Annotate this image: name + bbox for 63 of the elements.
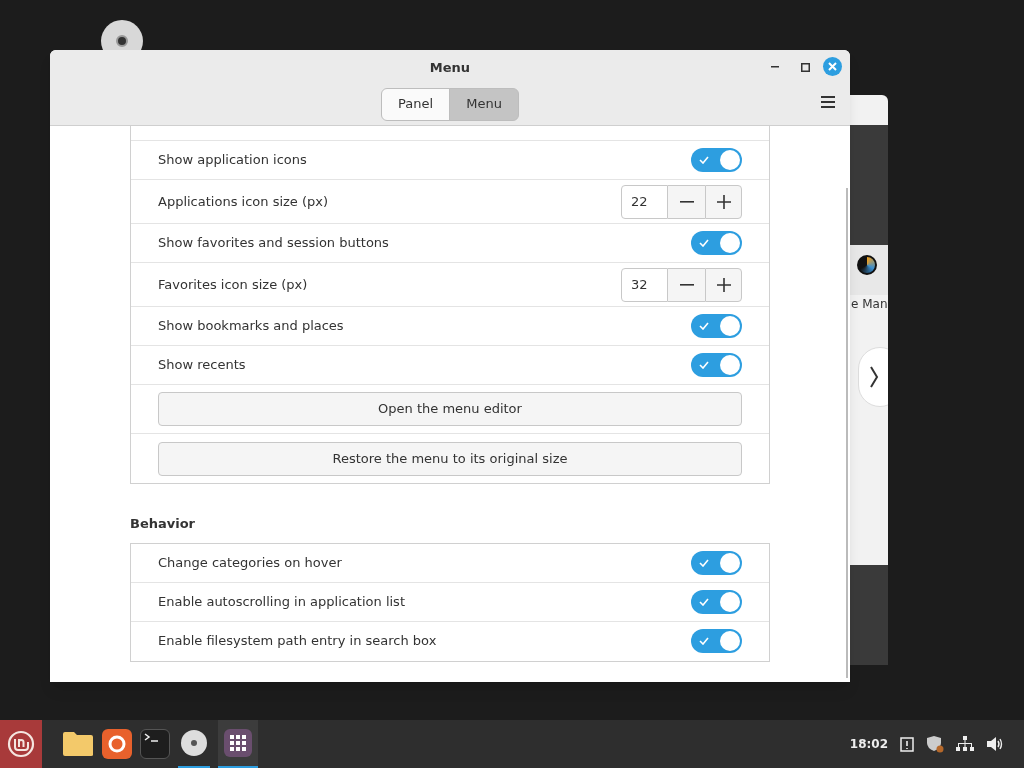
- decrement-button[interactable]: [668, 267, 705, 302]
- clock[interactable]: 18:02: [849, 735, 888, 753]
- check-icon: [699, 558, 709, 567]
- app-label: e Man: [850, 296, 888, 313]
- check-icon: [699, 361, 709, 369]
- action-button[interactable]: Open the menu editor: [158, 392, 742, 426]
- toggle-switch[interactable]: [691, 353, 742, 377]
- number-field[interactable]: 32: [621, 267, 668, 302]
- logo-icon: [7, 730, 35, 758]
- clipboard-icon[interactable]: [900, 736, 914, 752]
- check-icon: [699, 322, 709, 330]
- close-button[interactable]: [823, 57, 842, 76]
- action-button[interactable]: Restore the menu to its original size: [158, 441, 742, 476]
- terminal-launcher[interactable]: [140, 729, 170, 759]
- increment-button[interactable]: [705, 267, 742, 302]
- scrollbar[interactable]: [846, 188, 848, 678]
- setting-label: Show application icons: [158, 151, 307, 170]
- toggle-switch[interactable]: [691, 629, 742, 653]
- setting-label: Change categories on hover: [158, 553, 342, 572]
- check-icon: [699, 597, 709, 606]
- grid-icon: [230, 735, 246, 751]
- setting-label: Show recents: [158, 356, 246, 375]
- menu-icon: [821, 96, 835, 108]
- toggle-switch[interactable]: [691, 589, 742, 614]
- check-icon: [699, 156, 709, 164]
- browser-icon: [107, 734, 127, 754]
- setting-label: Enable filesystem path entry in search box: [158, 632, 437, 651]
- menu-button[interactable]: [820, 94, 836, 110]
- check-icon: [699, 637, 709, 645]
- setting-label: Show bookmarks and places: [158, 317, 344, 336]
- decrement-button[interactable]: [668, 184, 705, 219]
- minimize-icon: [771, 66, 779, 68]
- start-menu-button[interactable]: [0, 720, 42, 768]
- toggle-switch[interactable]: [691, 314, 742, 338]
- plus-icon: [716, 194, 731, 209]
- tab[interactable]: Menu: [449, 87, 519, 121]
- volume-icon[interactable]: [986, 736, 1004, 752]
- setting-label: Show favorites and session buttons: [158, 234, 389, 253]
- apps-launcher[interactable]: [218, 720, 258, 768]
- increment-button[interactable]: [705, 184, 742, 219]
- section-heading: Behavior: [130, 515, 197, 533]
- setting-label: Applications icon size (px): [158, 192, 329, 211]
- toggle-switch[interactable]: [691, 148, 742, 172]
- check-icon: [699, 239, 709, 247]
- close-icon: [828, 62, 837, 71]
- setting-label: Favorites icon size (px): [158, 275, 308, 294]
- plus-icon: [716, 277, 731, 292]
- browser-launcher[interactable]: [102, 729, 132, 759]
- setting-label: Enable autoscrolling in application list: [158, 592, 405, 611]
- number-field[interactable]: 22: [621, 184, 668, 219]
- toggle-switch[interactable]: [691, 231, 742, 255]
- window-title: Menu: [429, 59, 471, 77]
- folder-icon: [63, 731, 93, 757]
- network-icon[interactable]: [956, 736, 974, 752]
- minus-icon: [679, 283, 694, 286]
- maximize-icon: [800, 62, 810, 72]
- disc-icon: [180, 729, 208, 757]
- shield-icon[interactable]: [926, 735, 944, 753]
- minus-icon: [679, 200, 694, 203]
- chevron-right-icon: [869, 366, 879, 388]
- tab[interactable]: Panel: [381, 87, 451, 121]
- terminal-icon: [144, 733, 160, 743]
- toggle-switch[interactable]: [691, 550, 742, 575]
